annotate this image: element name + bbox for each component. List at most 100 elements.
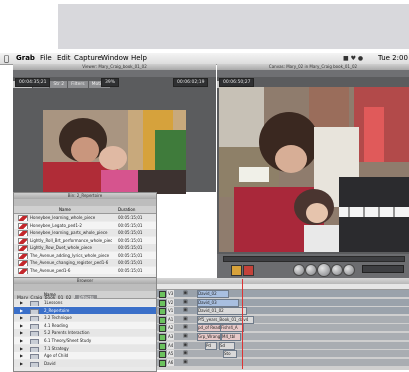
timeline-clip[interactable]: pd_of Reading (197, 324, 221, 333)
timeline-clip[interactable]: Sto (223, 350, 237, 359)
browser-item[interactable]: ▶ 6.1 Theory/Sheet Study (14, 337, 156, 344)
track-visibility-toggle[interactable] (159, 334, 166, 341)
timeline-clip[interactable]: M4_tbl (221, 333, 241, 341)
bin-row-duration: 00:05:15;01 (118, 245, 143, 250)
jog-control[interactable] (362, 265, 404, 273)
bin-col-name[interactable]: Name (59, 206, 71, 213)
browser-item[interactable]: ▶ 4.1 Reading (14, 321, 156, 329)
bin-row[interactable]: Lightly_Roll_Brt_performance_whole_piece… (14, 236, 156, 244)
menu-edit[interactable]: Edit (57, 53, 71, 64)
status-icons: ■ ♥ ● (343, 55, 364, 62)
timeline-clip[interactable]: Grp_Wrangle (197, 333, 221, 341)
track-visibility-toggle[interactable] (159, 351, 166, 359)
track-label[interactable]: A3 (167, 333, 175, 340)
bin-row[interactable]: The_Avenue_ped1-6 00:05:15;01 (14, 266, 156, 274)
browser-item-label: 3.2 Technique (44, 315, 72, 321)
play-in-to-out-button[interactable] (305, 264, 317, 276)
viewer-zoom-select[interactable]: 39% (101, 78, 120, 87)
viewer-video-frame[interactable] (43, 110, 186, 194)
timeline-clip[interactable]: Pd (205, 341, 217, 350)
lock-icon[interactable]: ▣ (183, 316, 188, 323)
browser-item[interactable]: ▶ Age of Child (14, 352, 156, 360)
browser-col-name[interactable]: Name (44, 292, 56, 297)
track-label[interactable]: A6 (167, 358, 175, 366)
lock-icon[interactable]: ▣ (183, 333, 188, 340)
track-visibility-toggle[interactable] (159, 316, 166, 324)
browser-item[interactable]: ▶ 2_Repertoire (14, 306, 156, 314)
apple-icon[interactable]:  (4, 53, 9, 64)
bin-row[interactable]: The_Avenue_changing_register_ped1-6 00:05… (14, 259, 156, 266)
bin-row[interactable]: Honeybee_learning_parts_whole_piece 00:05… (14, 229, 156, 236)
timeline-clip[interactable]: Fishr4_A (220, 324, 244, 333)
bin-row[interactable]: Honeybee_Legato_ped1-2 00:05:15;01 (14, 221, 156, 229)
lock-icon[interactable]: ▣ (183, 324, 188, 331)
track-visibility-toggle[interactable] (159, 291, 166, 298)
lock-icon[interactable]: ▣ (183, 290, 188, 297)
app-menu[interactable]: Grab (16, 53, 35, 64)
browser-item[interactable]: ▶ 3.2 Technique (14, 314, 156, 322)
browser-item-label: 6.1 Theory/Sheet Study (44, 338, 92, 343)
bin-col-duration[interactable]: Duration (118, 206, 135, 213)
menu-file[interactable]: File (40, 53, 52, 64)
disclosure-triangle-icon[interactable]: ▶ (20, 345, 23, 352)
timeline-clip[interactable]: David_03 (197, 298, 239, 307)
folder-icon (30, 331, 39, 337)
canvas-scrubber[interactable] (223, 256, 405, 262)
timeline-clip[interactable]: David_01_02 (197, 307, 247, 316)
bin-row[interactable]: Honeybee_learning_whole_piece 00:05:15;01 (14, 214, 156, 221)
folder-icon (30, 339, 39, 344)
playhead[interactable] (242, 279, 243, 369)
disclosure-triangle-icon[interactable]: ▶ (20, 299, 23, 306)
menu-window[interactable]: Window (101, 53, 129, 64)
track-label[interactable]: A4 (167, 341, 175, 349)
disclosure-triangle-icon[interactable]: ▶ (20, 352, 23, 359)
track-label[interactable]: A5 (167, 350, 175, 358)
timeline-clip[interactable]: Sd (219, 341, 235, 350)
canvas-video-frame[interactable] (219, 87, 409, 252)
next-edit-button[interactable] (343, 264, 355, 276)
browser-item[interactable]: ▶ 7.1 Strategy (14, 344, 156, 352)
timeline-clip[interactable]: David_02 (197, 290, 229, 298)
canvas-controls-row: 00:06:50;27 (217, 77, 409, 87)
disclosure-triangle-icon[interactable]: ▶ (20, 329, 23, 336)
bin-row[interactable]: Lightly_Row_Duet_whole_piece 00:05:15;01 (14, 244, 156, 251)
timeline-clip[interactable]: Pf5_years_Book_01_dav4 (197, 315, 254, 324)
disclosure-triangle-icon[interactable]: ▶ (20, 322, 23, 329)
play-button[interactable] (317, 263, 331, 277)
track-visibility-toggle[interactable] (159, 342, 166, 350)
viewer-duration-field[interactable]: 00:04:35;21 (15, 78, 51, 87)
menu-help[interactable]: Help (131, 53, 147, 64)
viewer-timecode-field[interactable]: 00:06:02;19 (173, 78, 209, 87)
lock-icon[interactable]: ▣ (183, 307, 188, 314)
previous-edit-button[interactable] (293, 264, 305, 276)
track-label[interactable]: V3 (167, 290, 175, 297)
track-label[interactable]: A2 (167, 324, 175, 332)
menu-capture[interactable]: Capture (74, 53, 102, 64)
disclosure-triangle-icon[interactable]: ▶ (20, 360, 23, 367)
browser-item[interactable]: ▶ 1Lessons (14, 299, 156, 306)
lock-icon[interactable]: ▣ (183, 359, 188, 366)
track-label[interactable]: V1 (167, 307, 175, 315)
track-visibility-toggle[interactable] (159, 359, 166, 367)
disclosure-triangle-icon[interactable]: ▶ (20, 307, 23, 314)
folder-icon (30, 301, 39, 306)
browser-item[interactable]: ▶ 5.2 Parents Interaction (14, 329, 156, 337)
track-label[interactable]: A1 (167, 315, 175, 323)
mark-out-button[interactable] (243, 265, 254, 276)
bin-header: Name Duration (14, 206, 156, 214)
disclosure-triangle-icon[interactable]: ▶ (20, 337, 23, 344)
disclosure-triangle-icon[interactable]: ▶ (20, 314, 23, 321)
mark-in-button[interactable] (231, 265, 242, 276)
track-visibility-toggle[interactable] (159, 308, 166, 316)
lock-icon[interactable]: ▣ (183, 342, 188, 349)
bin-row-name: Honeybee_Legato_ped1-2 (30, 222, 82, 228)
canvas-timecode-field[interactable]: 00:06:50;27 (219, 78, 255, 87)
lock-icon[interactable]: ▣ (183, 299, 188, 306)
track-visibility-toggle[interactable] (159, 299, 166, 307)
play-around-button[interactable] (331, 264, 343, 276)
lock-icon[interactable]: ▣ (183, 350, 188, 357)
track-visibility-toggle[interactable] (159, 325, 166, 333)
bin-row[interactable]: The_Avenue_adding_lyrics_whole_piece 00:0… (14, 251, 156, 259)
track-label[interactable]: V2 (167, 298, 175, 306)
browser-item[interactable]: ▶ David (14, 359, 156, 367)
